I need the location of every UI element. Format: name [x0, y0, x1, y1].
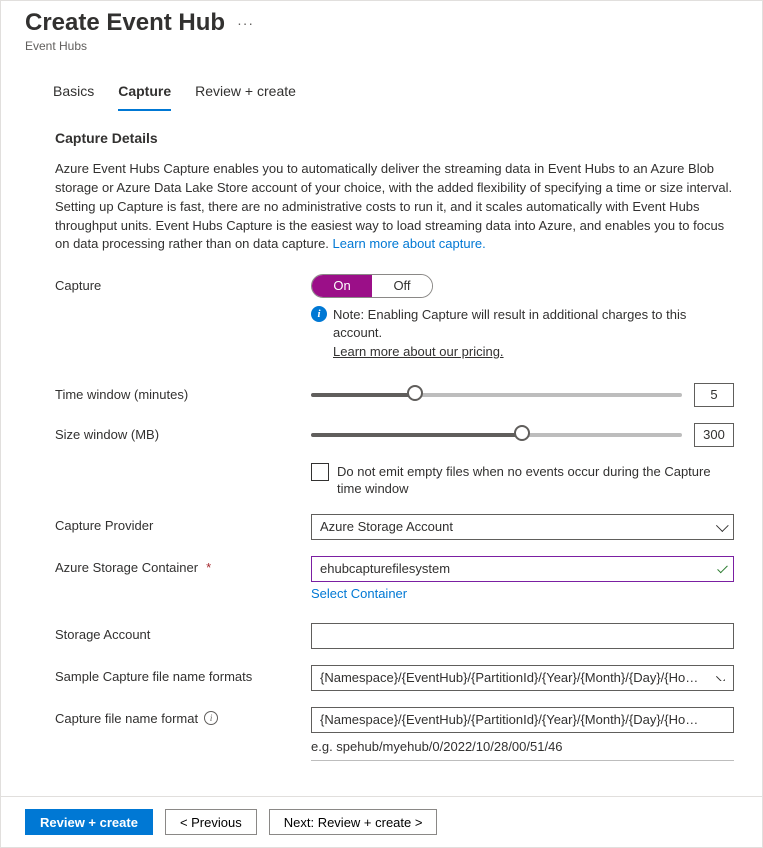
learn-more-capture-link[interactable]: Learn more about capture.	[333, 236, 486, 251]
info-icon[interactable]: i	[204, 711, 218, 725]
capture-toggle-off[interactable]: Off	[372, 275, 432, 297]
file-format-value: {Namespace}/{EventHub}/{PartitionId}/{Ye…	[320, 712, 703, 727]
capture-provider-label: Capture Provider	[55, 514, 311, 533]
review-create-button[interactable]: Review + create	[25, 809, 153, 835]
pricing-link[interactable]: Learn more about our pricing.	[333, 344, 504, 359]
more-actions-button[interactable]: ···	[237, 15, 254, 31]
time-window-slider-thumb[interactable]	[407, 385, 423, 401]
footer-actions: Review + create < Previous Next: Review …	[1, 796, 762, 847]
size-window-value[interactable]: 300	[694, 423, 734, 447]
previous-button[interactable]: < Previous	[165, 809, 257, 835]
section-description: Azure Event Hubs Capture enables you to …	[55, 160, 734, 254]
capture-note: Note: Enabling Capture will result in ad…	[333, 306, 734, 361]
validated-check-icon	[717, 563, 728, 574]
breadcrumb: Event Hubs	[25, 39, 762, 53]
size-window-slider[interactable]	[311, 425, 682, 445]
tabs-nav: Basics Capture Review + create	[53, 77, 762, 112]
skip-empty-label: Do not emit empty files when no events o…	[337, 463, 734, 498]
capture-provider-value: Azure Storage Account	[320, 519, 453, 534]
next-button[interactable]: Next: Review + create >	[269, 809, 438, 835]
time-window-slider[interactable]	[311, 385, 682, 405]
file-format-label: Capture file name format i	[55, 707, 311, 726]
tab-capture[interactable]: Capture	[118, 77, 171, 111]
storage-account-label: Storage Account	[55, 623, 311, 642]
storage-container-input[interactable]: ehubcapturefilesystem	[311, 556, 734, 582]
sample-formats-dropdown[interactable]: {Namespace}/{EventHub}/{PartitionId}/{Ye…	[311, 665, 734, 691]
size-window-slider-thumb[interactable]	[514, 425, 530, 441]
capture-label: Capture	[55, 274, 311, 293]
section-title: Capture Details	[55, 130, 734, 146]
storage-account-input[interactable]	[311, 623, 734, 649]
capture-toggle-on[interactable]: On	[312, 275, 372, 297]
capture-note-text: Note: Enabling Capture will result in ad…	[333, 307, 686, 340]
time-window-value[interactable]: 5	[694, 383, 734, 407]
storage-container-value: ehubcapturefilesystem	[320, 561, 450, 576]
chevron-down-icon	[715, 675, 725, 681]
select-container-link[interactable]: Select Container	[311, 586, 407, 601]
sample-formats-label: Sample Capture file name formats	[55, 665, 311, 684]
time-window-label: Time window (minutes)	[55, 383, 311, 402]
tab-review-create[interactable]: Review + create	[195, 77, 296, 111]
skip-empty-checkbox[interactable]	[311, 463, 329, 481]
file-format-example: e.g. spehub/myehub/0/2022/10/28/00/51/46	[311, 739, 734, 761]
info-icon: i	[311, 306, 327, 322]
storage-container-label: Azure Storage Container*	[55, 556, 311, 575]
file-format-input[interactable]: {Namespace}/{EventHub}/{PartitionId}/{Ye…	[311, 707, 734, 733]
sample-formats-value: {Namespace}/{EventHub}/{PartitionId}/{Ye…	[320, 670, 703, 685]
tab-basics[interactable]: Basics	[53, 77, 94, 111]
chevron-down-icon	[715, 524, 725, 530]
page-title: Create Event Hub	[25, 9, 225, 37]
capture-provider-dropdown[interactable]: Azure Storage Account	[311, 514, 734, 540]
size-window-label: Size window (MB)	[55, 423, 311, 442]
capture-toggle[interactable]: On Off	[311, 274, 433, 298]
